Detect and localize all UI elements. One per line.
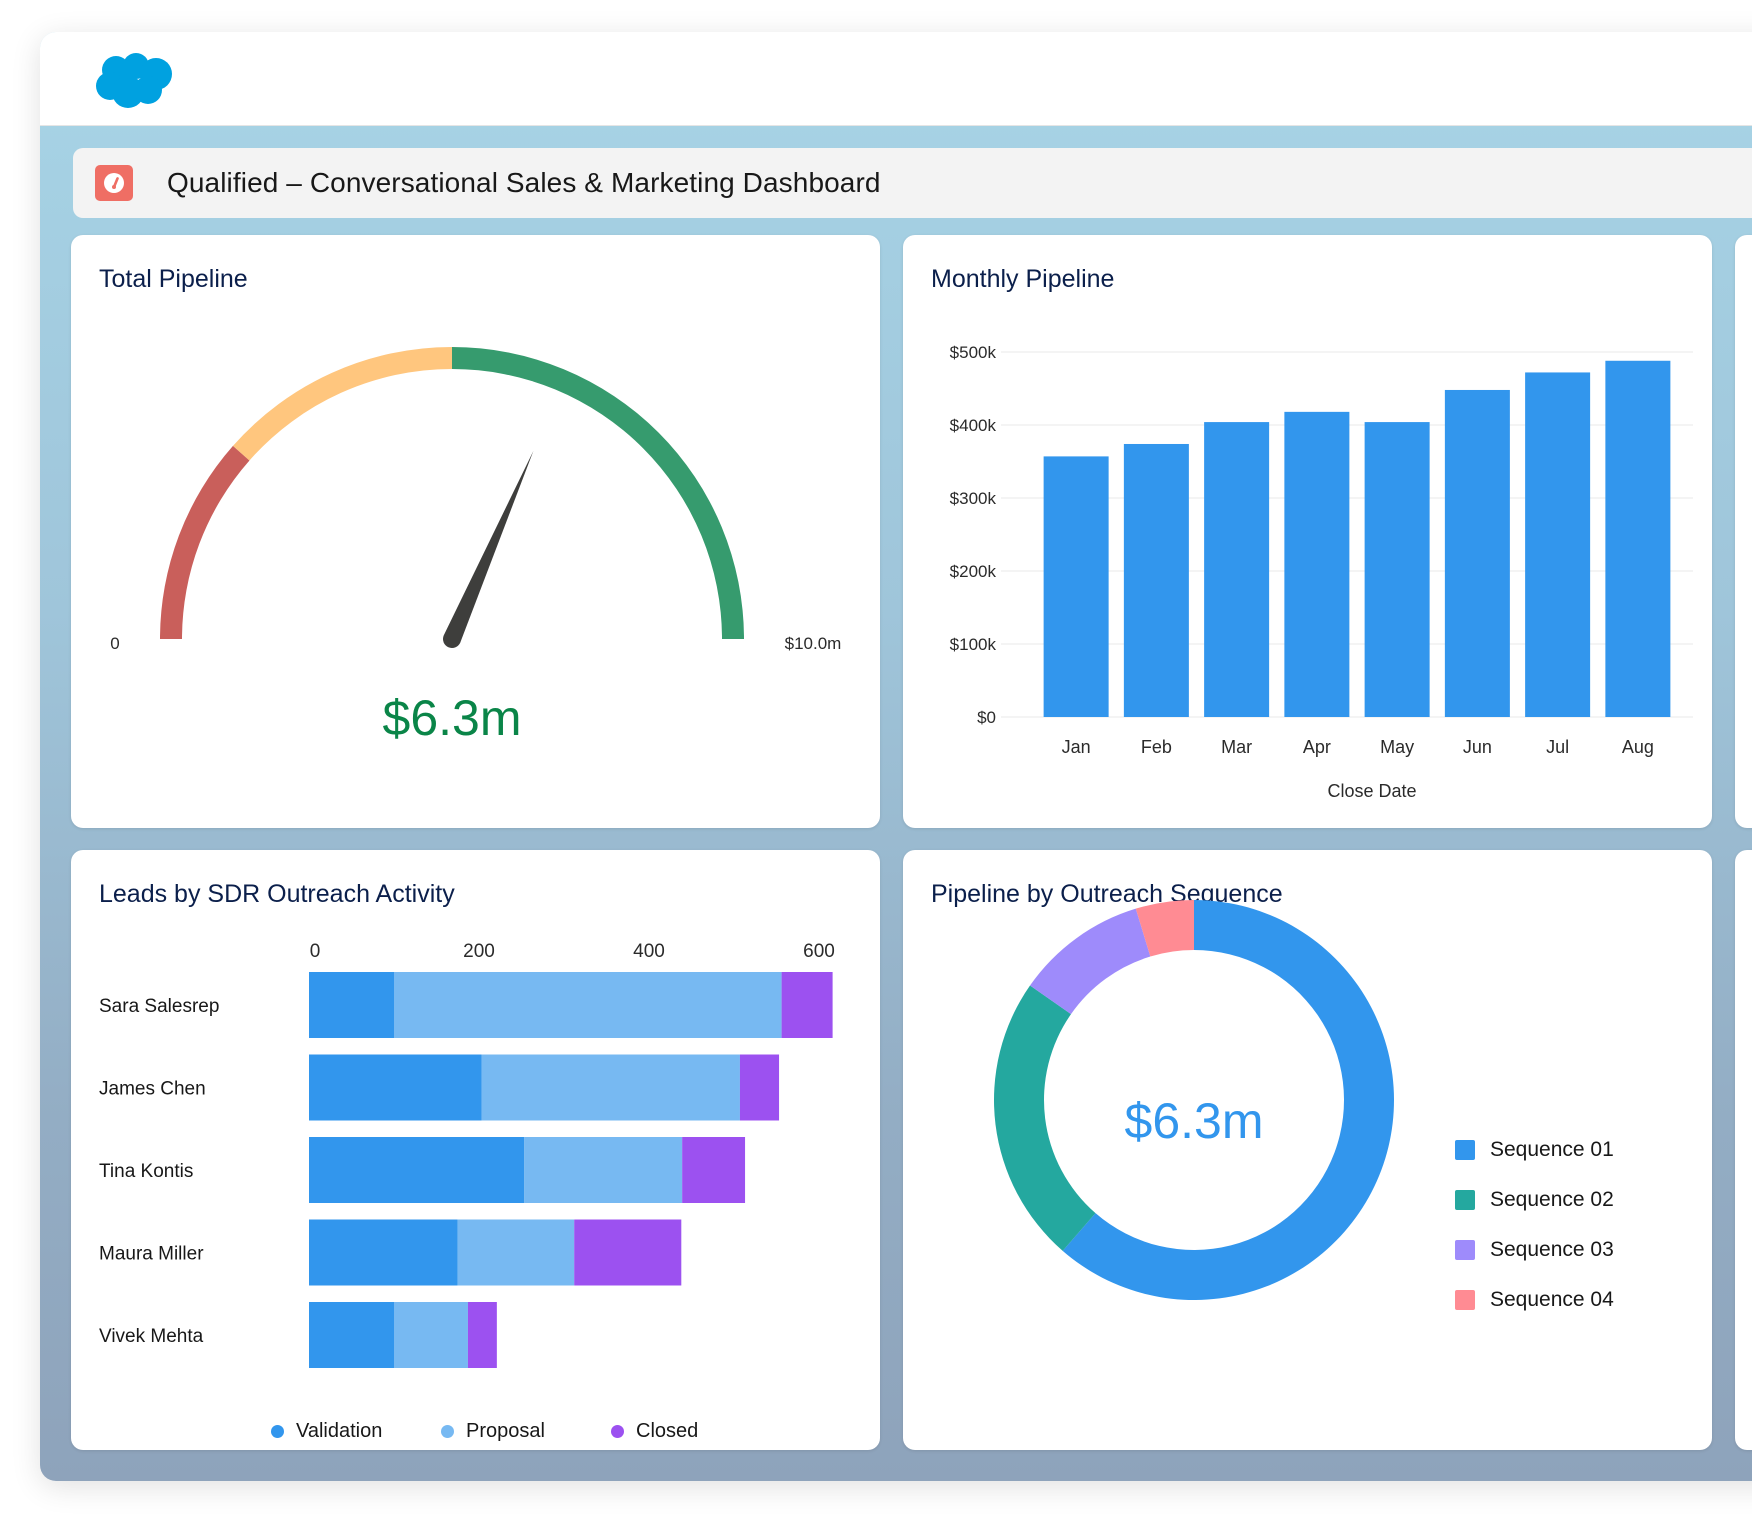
- legend-item-closed[interactable]: Closed: [611, 1420, 781, 1443]
- bar-segment-closed[interactable]: [739, 1054, 780, 1121]
- y-tick-label: $400k: [950, 416, 997, 435]
- bar-aug[interactable]: [1605, 360, 1671, 717]
- bar-segment-proposal[interactable]: [457, 1219, 575, 1286]
- y-tick-label: $500k: [950, 343, 997, 362]
- bar-jul[interactable]: [1525, 372, 1591, 717]
- bar-segment-validation[interactable]: [309, 1219, 458, 1286]
- pipeline-by-sequence-card[interactable]: Pipeline by Outreach Sequence $6.3m Sequ…: [903, 850, 1712, 1450]
- x-tick-label: 200: [463, 941, 495, 962]
- gauge-band-high: [452, 347, 744, 639]
- category-label: James Chen: [99, 1079, 206, 1100]
- bar-segment-validation[interactable]: [309, 972, 394, 1038]
- legend-label: Sequence 01: [1490, 1138, 1614, 1161]
- x-tick-label: Jun: [1463, 737, 1492, 757]
- y-tick-label: $200k: [950, 562, 997, 581]
- bar-feb[interactable]: [1123, 443, 1189, 717]
- x-tick-label: Jul: [1546, 737, 1569, 757]
- donut-center-label: $6.3m: [1125, 1093, 1264, 1149]
- legend-label: Sequence 04: [1490, 1288, 1614, 1311]
- bar-jan[interactable]: [1043, 456, 1109, 717]
- bar-segment-closed[interactable]: [682, 1137, 746, 1203]
- category-label: Vivek Mehta: [99, 1326, 204, 1347]
- leads-stacked-bar-chart: 0 200 400 600 Sara Salesrep James Chen Tina Ko…: [99, 941, 835, 1368]
- bar-may[interactable]: [1364, 422, 1430, 717]
- legend-item-sequence-02[interactable]: Sequence 02: [1455, 1175, 1614, 1225]
- legend-item-sequence-03[interactable]: Sequence 03: [1455, 1225, 1614, 1275]
- monthly-bar-chart: $0 $100k $200k $300k $400k $500k Jan Feb Mar Apr M…: [950, 343, 1693, 801]
- bar-apr[interactable]: [1284, 411, 1350, 717]
- bar-segment-validation[interactable]: [309, 1137, 525, 1203]
- category-label: Maura Miller: [99, 1244, 204, 1265]
- legend-dot-icon: [611, 1425, 624, 1438]
- legend-dot-icon: [441, 1425, 454, 1438]
- legend-label: Proposal: [466, 1420, 545, 1442]
- bar-segment-validation[interactable]: [309, 1054, 482, 1121]
- x-axis-title: Close Date: [1327, 781, 1416, 801]
- gauge-needle: [442, 450, 534, 648]
- legend-item-sequence-04[interactable]: Sequence 04: [1455, 1275, 1614, 1325]
- partial-card: [1735, 235, 1752, 828]
- bar-mar[interactable]: [1204, 422, 1270, 717]
- gauge-min-label: 0: [110, 634, 119, 653]
- y-tick-label: $0: [977, 708, 996, 727]
- legend-item-proposal[interactable]: Proposal: [441, 1420, 611, 1443]
- x-tick-label: 600: [803, 941, 835, 962]
- sequence-donut-chart: $6.3m: [994, 900, 1394, 1300]
- legend-label: Sequence 03: [1490, 1238, 1614, 1261]
- bar-segment-proposal[interactable]: [524, 1137, 683, 1203]
- legend-item-sequence-01[interactable]: Sequence 01: [1455, 1125, 1614, 1175]
- y-tick-label: $300k: [950, 489, 997, 508]
- legend-swatch-icon: [1455, 1140, 1475, 1160]
- legend-label: Validation: [296, 1420, 383, 1442]
- salesforce-cloud-logo-icon[interactable]: [94, 50, 178, 110]
- x-tick-label: Mar: [1221, 737, 1252, 757]
- bar-segment-closed[interactable]: [574, 1219, 682, 1286]
- legend-dot-icon: [271, 1425, 284, 1438]
- bar-segment-closed[interactable]: [781, 972, 833, 1038]
- x-tick-label: Apr: [1303, 737, 1331, 757]
- x-tick-label: 400: [633, 941, 665, 962]
- partial-card: [1735, 850, 1752, 1450]
- bar-jun[interactable]: [1444, 389, 1510, 717]
- gauge-max-label: $10.0m: [785, 634, 842, 653]
- monthly-pipeline-card[interactable]: Monthly Pipeline $0 $100k $200k $300k $400k $…: [903, 235, 1712, 828]
- gauge-band-medium: [232, 347, 452, 461]
- bar-segment-proposal[interactable]: [481, 1054, 740, 1121]
- app-header: [40, 32, 1752, 126]
- donut-slice-sequence-02[interactable]: [994, 985, 1096, 1251]
- category-label: Tina Kontis: [99, 1161, 193, 1182]
- x-tick-label: May: [1380, 737, 1414, 757]
- category-label: Sara Salesrep: [99, 996, 219, 1017]
- bar-segment-proposal[interactable]: [394, 1302, 468, 1368]
- dashboard-title-bar: Qualified – Conversational Sales & Marke…: [73, 148, 1752, 218]
- gauge-chart: 0 $10.0m $6.3m: [110, 347, 842, 746]
- bar-segment-proposal[interactable]: [394, 972, 782, 1038]
- x-tick-label: 0: [310, 941, 321, 962]
- x-tick-label: Aug: [1622, 737, 1654, 757]
- x-tick-label: Jan: [1062, 737, 1091, 757]
- x-tick-label: Feb: [1141, 737, 1172, 757]
- total-pipeline-card[interactable]: Total Pipeline 0 $10.0m $6.3m: [71, 235, 880, 828]
- dashboard-gauge-icon: [95, 165, 133, 201]
- leads-legend: Validation Proposal Closed: [271, 1420, 781, 1443]
- bar-segment-closed[interactable]: [467, 1302, 497, 1368]
- dashboard-title: Qualified – Conversational Sales & Marke…: [167, 167, 881, 198]
- y-tick-label: $100k: [950, 635, 997, 654]
- legend-item-validation[interactable]: Validation: [271, 1420, 441, 1443]
- legend-swatch-icon: [1455, 1290, 1475, 1310]
- legend-label: Sequence 02: [1490, 1188, 1614, 1211]
- legend-label: Closed: [636, 1420, 699, 1442]
- legend-swatch-icon: [1455, 1190, 1475, 1210]
- app-window: Qualified – Conversational Sales & Marke…: [40, 32, 1752, 1481]
- sequence-legend: Sequence 01 Sequence 02 Sequence 03 Sequ…: [1455, 1125, 1614, 1325]
- gauge-band-low: [160, 445, 250, 639]
- bar-segment-validation[interactable]: [309, 1302, 394, 1368]
- leads-by-sdr-card[interactable]: Leads by SDR Outreach Activity 0 200 400 60…: [71, 850, 880, 1450]
- gauge-value-label: $6.3m: [383, 690, 522, 746]
- legend-swatch-icon: [1455, 1240, 1475, 1260]
